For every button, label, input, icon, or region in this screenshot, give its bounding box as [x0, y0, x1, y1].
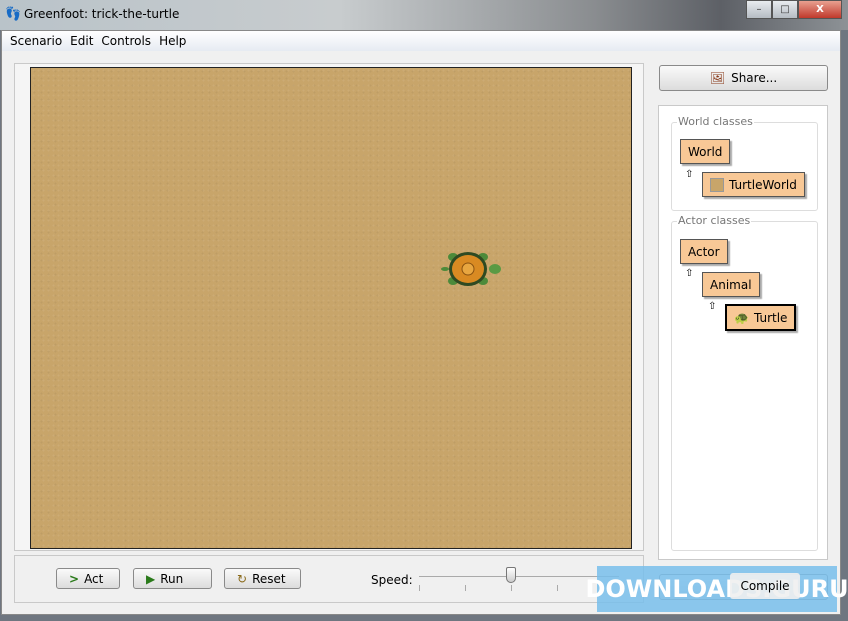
- class-animal[interactable]: Animal: [702, 272, 760, 297]
- turtle-label: Turtle: [753, 310, 788, 325]
- reset-button[interactable]: ↻ Reset: [224, 568, 301, 589]
- world-frame: [14, 63, 644, 551]
- act-button[interactable]: > Act: [56, 568, 120, 589]
- share-button[interactable]: 🖼 Share...: [659, 65, 828, 91]
- share-label: Share...: [731, 71, 778, 85]
- actor-classes-group: Actor classes Actor ⇧ Animal ⇧ 🐢 Turtle: [671, 214, 818, 551]
- maximize-button[interactable]: □: [772, 0, 798, 19]
- act-label: Act: [84, 571, 104, 586]
- class-turtleworld[interactable]: TurtleWorld: [702, 172, 805, 197]
- reset-icon: ↻: [237, 571, 248, 586]
- inherit-arrow-icon: ⇧: [708, 301, 717, 312]
- reset-label: Reset: [252, 571, 286, 586]
- inherit-arrow-icon: ⇧: [685, 268, 694, 279]
- class-actor[interactable]: Actor: [680, 239, 728, 264]
- slider-tick: [465, 585, 466, 591]
- minimize-button[interactable]: –: [746, 0, 772, 19]
- compile-label[interactable]: Compile: [730, 573, 800, 599]
- actor-classes-label: Actor classes: [677, 214, 752, 227]
- watermark-logo: DOWNLOADS.GURU: [585, 566, 848, 612]
- window-title: Greenfoot: trick-the-turtle: [24, 7, 180, 21]
- greenfoot-icon: 👣: [5, 7, 22, 22]
- slider-tick: [419, 585, 420, 591]
- class-browser: World classes World ⇧ TurtleWorld Actor …: [658, 105, 828, 560]
- menu-scenario[interactable]: Scenario: [6, 31, 66, 51]
- menu-edit[interactable]: Edit: [66, 31, 97, 51]
- slider-knob[interactable]: [506, 567, 516, 583]
- run-button[interactable]: ▶ Run: [133, 568, 212, 589]
- close-button[interactable]: X: [798, 0, 842, 19]
- title-bar: 👣 Greenfoot: trick-the-turtle – □ X: [0, 0, 848, 30]
- turtle-thumbnail-icon: 🐢: [734, 310, 749, 325]
- share-icon: 🖼: [709, 71, 726, 85]
- menu-help[interactable]: Help: [155, 31, 190, 51]
- world-classes-group: World classes World ⇧ TurtleWorld: [671, 115, 818, 211]
- run-label: Run: [160, 571, 184, 586]
- inherit-arrow-icon: ⇧: [685, 169, 694, 180]
- world-canvas[interactable]: [30, 67, 632, 549]
- controls-panel: > Act ▶ Run ↻ Reset Speed:: [14, 555, 644, 603]
- slider-tick: [557, 585, 558, 591]
- act-icon: >: [69, 571, 80, 586]
- menu-bar: Scenario Edit Controls Help: [2, 31, 840, 51]
- sand-thumbnail-icon: [710, 177, 724, 192]
- turtle-actor[interactable]: [441, 248, 503, 290]
- play-icon: ▶: [146, 571, 156, 586]
- turtleworld-label: TurtleWorld: [729, 177, 797, 192]
- menu-controls[interactable]: Controls: [97, 31, 155, 51]
- main-window: Scenario Edit Controls Help > Act ▶ Run …: [1, 30, 841, 615]
- speed-label: Speed:: [371, 573, 413, 587]
- class-turtle[interactable]: 🐢 Turtle: [725, 304, 797, 331]
- class-world[interactable]: World: [680, 139, 731, 164]
- world-classes-label: World classes: [677, 115, 754, 128]
- slider-tick: [511, 585, 512, 591]
